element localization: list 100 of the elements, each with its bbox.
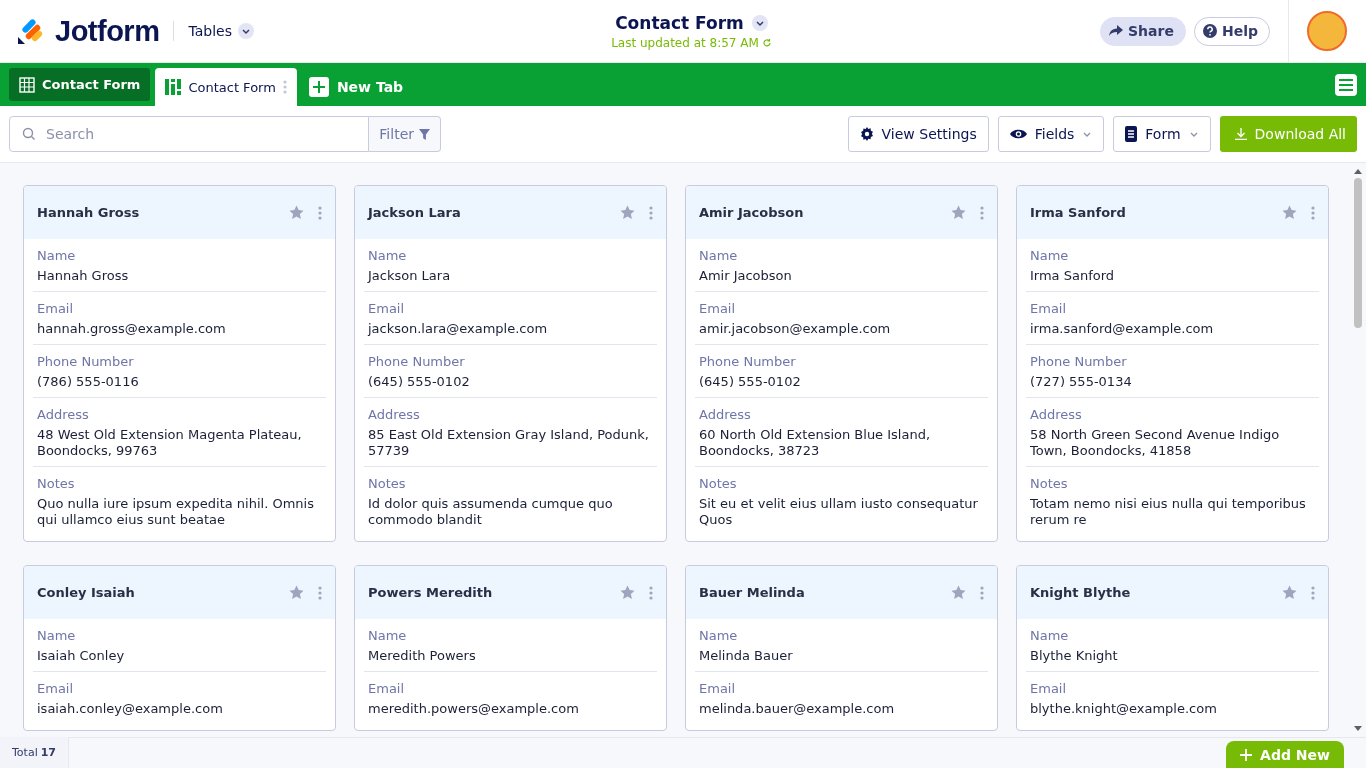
field-value: 85 East Old Extension Gray Island, Podunk, 57739: [368, 427, 650, 459]
filter-icon: [419, 128, 430, 140]
card-title: Conley Isaiah: [37, 585, 136, 600]
field-label: Email: [37, 300, 75, 318]
card-title: Powers Meredith: [368, 585, 494, 600]
field-label: Name: [368, 247, 408, 265]
field-value: Amir Jacobson: [699, 268, 793, 284]
field-label: Phone Number: [1030, 353, 1128, 371]
field-value: 48 West Old Extension Magenta Plateau, Boondocks, 99763: [37, 427, 303, 459]
more-vertical-icon[interactable]: [980, 205, 984, 220]
field-label: Address: [37, 406, 90, 424]
field-label: Name: [368, 627, 408, 645]
more-vertical-icon[interactable]: [282, 80, 287, 94]
star-icon[interactable]: [620, 585, 635, 600]
help-button[interactable]: Help: [1193, 16, 1270, 46]
view-tab[interactable]: Contact Form: [155, 68, 297, 106]
field-label: Email: [37, 680, 75, 698]
field-label: Email: [368, 680, 406, 698]
search-icon: [22, 127, 36, 141]
menu-icon[interactable]: [1335, 73, 1357, 96]
filter-button[interactable]: Filter: [369, 116, 441, 152]
star-icon[interactable]: [951, 585, 966, 600]
field-value: Isaiah Conley: [37, 648, 126, 664]
grid-icon: [19, 76, 35, 93]
field-value: Irma Sanford: [1030, 268, 1116, 284]
plus-icon: [1240, 748, 1253, 761]
more-vertical-icon[interactable]: [649, 585, 653, 600]
field-value: Jackson Lara: [368, 268, 452, 284]
refresh-icon[interactable]: [761, 37, 772, 48]
field-value: Meredith Powers: [368, 648, 477, 664]
more-vertical-icon[interactable]: [318, 585, 322, 600]
field-value: (786) 555-0116: [37, 374, 140, 390]
field-label: Notes: [699, 475, 738, 493]
field-label: Name: [699, 627, 739, 645]
share-button[interactable]: Share: [1100, 16, 1186, 46]
field-value: (645) 555-0102: [699, 374, 802, 390]
field-value: (645) 555-0102: [368, 374, 471, 390]
field-value: Blythe Knight: [1030, 648, 1119, 664]
download-icon: [1234, 128, 1247, 140]
field-label: Address: [1030, 406, 1083, 424]
columns-icon: [165, 79, 182, 95]
field-value: Hannah Gross: [37, 268, 130, 284]
logo-icon: [17, 17, 45, 45]
field-label: Address: [368, 406, 421, 424]
field-label: Name: [37, 627, 77, 645]
field-label: Name: [699, 247, 739, 265]
field-label: Phone Number: [699, 353, 797, 371]
fields-button[interactable]: Fields: [997, 116, 1105, 152]
field-label: Name: [1030, 627, 1070, 645]
field-value: irma.sanford@example.com: [1030, 321, 1215, 337]
star-icon[interactable]: [1282, 205, 1297, 220]
last-updated-text: Last updated at 8:57 AM: [611, 35, 759, 50]
card-title: Amir Jacobson: [699, 205, 805, 220]
field-value: blythe.knight@example.com: [1030, 701, 1218, 717]
chevron-down-icon[interactable]: [751, 14, 768, 31]
plus-icon: [308, 77, 329, 97]
field-value: Quo nulla iure ipsum expedita nihil. Omnis qui ullamco eius sunt beatae: [37, 496, 315, 528]
search-box[interactable]: Search: [9, 116, 370, 152]
field-value: Melinda Bauer: [699, 648, 794, 664]
view-tab[interactable]: Contact Form: [9, 68, 151, 101]
field-label: Phone Number: [37, 353, 135, 371]
field-label: Email: [1030, 300, 1068, 318]
more-vertical-icon[interactable]: [1311, 205, 1315, 220]
field-value: Totam nemo nisi eius nulla qui temporibus rerum re: [1030, 496, 1307, 528]
card-title: Irma Sanford: [1030, 205, 1127, 220]
chevron-down-icon: [237, 23, 254, 39]
form-button[interactable]: Form: [1113, 116, 1211, 152]
field-value: 58 North Green Second Avenue Indigo Town, Boondocks, 41858: [1030, 427, 1281, 459]
field-label: Name: [37, 247, 77, 265]
star-icon[interactable]: [620, 205, 635, 220]
field-value: 60 North Old Extension Blue Island, Boondocks, 38723: [699, 427, 932, 459]
field-value: hannah.gross@example.com: [37, 321, 227, 337]
form-title: Contact Form: [615, 12, 744, 33]
eye-icon: [1009, 128, 1027, 140]
star-icon[interactable]: [951, 205, 966, 220]
field-label: Email: [699, 680, 737, 698]
field-value: (727) 555-0134: [1030, 374, 1133, 390]
field-value: isaiah.conley@example.com: [37, 701, 224, 717]
field-label: Address: [699, 406, 752, 424]
more-vertical-icon[interactable]: [318, 205, 322, 220]
more-vertical-icon[interactable]: [649, 205, 653, 220]
logo-text: Jotform: [55, 14, 160, 48]
field-label: Name: [1030, 247, 1070, 265]
more-vertical-icon[interactable]: [1311, 585, 1315, 600]
tables-menu[interactable]: Tables: [188, 23, 254, 39]
total-count: Total 17: [0, 737, 69, 768]
settings-icon: [859, 127, 874, 141]
star-icon[interactable]: [289, 585, 304, 600]
star-icon[interactable]: [1282, 585, 1297, 600]
view-settings-button[interactable]: View Settings: [847, 116, 989, 152]
card-title: Knight Blythe: [1030, 585, 1132, 600]
field-value: Sit eu et velit eius ullam iusto consequatur Quos: [699, 496, 979, 528]
star-icon[interactable]: [289, 205, 304, 220]
field-value: melinda.bauer@example.com: [699, 701, 896, 717]
more-vertical-icon[interactable]: [980, 585, 984, 600]
field-value: Id dolor quis assumenda cumque quo commodo blandit: [368, 496, 614, 528]
field-value: jackson.lara@example.com: [368, 321, 549, 337]
avatar[interactable]: [1307, 11, 1348, 51]
card-title: Bauer Melinda: [699, 585, 806, 600]
card-title: Hannah Gross: [37, 205, 141, 220]
